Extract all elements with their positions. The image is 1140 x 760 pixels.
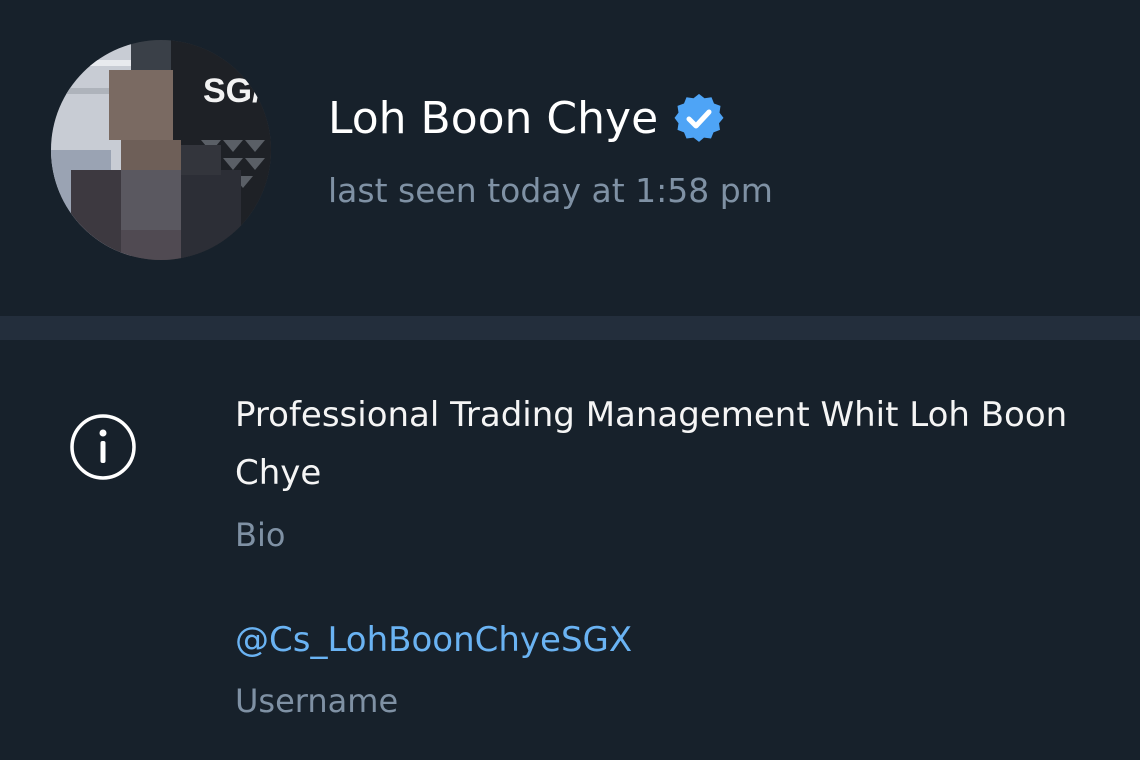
name-row: Loh Boon Chye xyxy=(328,88,724,150)
bio-label: Bio xyxy=(235,516,286,554)
profile-page: SG/ Loh Boon Chye last seen today at 1:5… xyxy=(0,0,1140,760)
bio-text[interactable]: Professional Trading Management Whit Loh… xyxy=(235,386,1095,502)
last-seen-status: last seen today at 1:58 pm xyxy=(328,171,773,210)
verified-badge-icon xyxy=(674,93,724,144)
info-icon xyxy=(69,413,137,481)
section-divider xyxy=(0,316,1140,340)
username-label: Username xyxy=(235,682,399,720)
avatar[interactable]: SG/ xyxy=(51,40,271,260)
profile-name: Loh Boon Chye xyxy=(328,93,659,144)
avatar-sign-text: SG/ xyxy=(203,72,262,110)
avatar-image: SG/ xyxy=(51,40,271,260)
profile-header: SG/ Loh Boon Chye last seen today at 1:5… xyxy=(0,0,1140,316)
username-link[interactable]: @Cs_LohBoonChyeSGX xyxy=(235,616,632,664)
